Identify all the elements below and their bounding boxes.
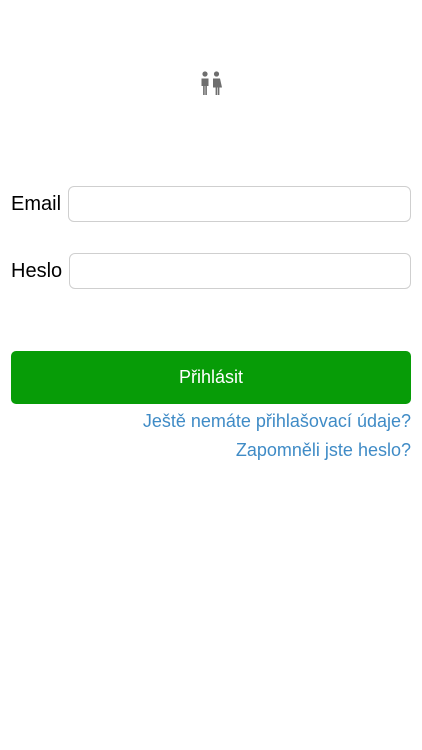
password-label: Heslo (11, 259, 63, 282)
password-row: Heslo (11, 252, 411, 290)
couple-icon (199, 70, 223, 98)
email-field[interactable] (68, 186, 411, 222)
email-label: Email (11, 192, 62, 215)
forgot-password-link[interactable]: Zapomněli jste heslo? (236, 440, 411, 461)
email-row: Email (11, 185, 411, 223)
register-link[interactable]: Ještě nemáte přihlašovací údaje? (143, 411, 411, 432)
password-field[interactable] (69, 253, 411, 289)
login-button[interactable]: Přihlásit (11, 351, 411, 404)
